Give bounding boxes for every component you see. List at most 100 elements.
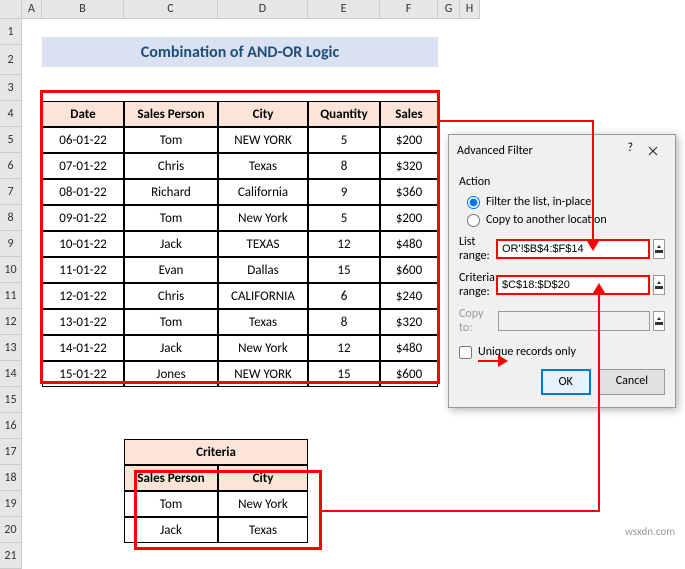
table-cell[interactable]: 15	[308, 361, 380, 387]
row-header[interactable]: 6	[0, 153, 22, 179]
col-A[interactable]: A	[22, 0, 42, 18]
table-cell[interactable]: $320	[380, 309, 438, 335]
col-B[interactable]: B	[42, 0, 124, 18]
table-cell[interactable]: Texas	[218, 153, 308, 179]
col-D[interactable]: D	[218, 0, 308, 18]
criteria-range-input[interactable]	[496, 275, 650, 295]
table-cell[interactable]: $200	[380, 127, 438, 153]
row-header[interactable]: 1	[0, 19, 22, 45]
table-cell[interactable]: 6	[308, 283, 380, 309]
row-header[interactable]: 10	[0, 257, 22, 283]
table-cell[interactable]: 06-01-22	[42, 127, 124, 153]
table-cell[interactable]: 12-01-22	[42, 283, 124, 309]
table-cell[interactable]: 13-01-22	[42, 309, 124, 335]
table-cell[interactable]: 8	[308, 309, 380, 335]
table-header[interactable]: City	[218, 101, 308, 127]
col-H[interactable]: H	[460, 0, 480, 18]
row-header[interactable]: 3	[0, 75, 22, 101]
table-cell[interactable]: Tom	[124, 127, 218, 153]
table-cell[interactable]: CALIFORNIA	[218, 283, 308, 309]
row-header[interactable]: 2	[0, 45, 22, 75]
row-header[interactable]: 8	[0, 205, 22, 231]
table-header[interactable]: Quantity	[308, 101, 380, 127]
filter-inplace-radio[interactable]	[467, 196, 480, 209]
col-C[interactable]: C	[124, 0, 218, 18]
table-cell[interactable]: 09-01-22	[42, 205, 124, 231]
row-header[interactable]: 13	[0, 335, 22, 361]
col-G[interactable]: G	[438, 0, 460, 18]
table-cell[interactable]: $200	[380, 205, 438, 231]
table-cell[interactable]: 14-01-22	[42, 335, 124, 361]
row-header[interactable]: 14	[0, 361, 22, 387]
table-cell[interactable]: New York	[218, 205, 308, 231]
row-header[interactable]: 19	[0, 491, 22, 517]
collapse-icon[interactable]	[653, 275, 665, 295]
collapse-icon[interactable]	[653, 311, 665, 331]
table-cell[interactable]: 15	[308, 257, 380, 283]
table-cell[interactable]: 5	[308, 205, 380, 231]
row-header[interactable]: 17	[0, 439, 22, 465]
table-cell[interactable]: $480	[380, 335, 438, 361]
table-cell[interactable]: $480	[380, 231, 438, 257]
table-cell[interactable]: 12	[308, 231, 380, 257]
table-cell[interactable]: $240	[380, 283, 438, 309]
table-cell[interactable]: Richard	[124, 179, 218, 205]
row-header[interactable]: 5	[0, 127, 22, 153]
table-cell[interactable]: Jack	[124, 231, 218, 257]
table-cell[interactable]: TEXAS	[218, 231, 308, 257]
table-header[interactable]: Date	[42, 101, 124, 127]
row-header[interactable]: 16	[0, 413, 22, 439]
table-cell[interactable]: 07-01-22	[42, 153, 124, 179]
table-cell[interactable]: Tom	[124, 309, 218, 335]
table-header[interactable]: Sales	[380, 101, 438, 127]
cancel-button[interactable]: Cancel	[599, 369, 665, 395]
criteria-cell[interactable]: Texas	[218, 517, 308, 543]
row-header[interactable]: 18	[0, 465, 22, 491]
row-header[interactable]: 9	[0, 231, 22, 257]
table-cell[interactable]: 08-01-22	[42, 179, 124, 205]
col-F[interactable]: F	[380, 0, 438, 18]
copy-location-radio[interactable]	[467, 214, 480, 227]
table-cell[interactable]: Dallas	[218, 257, 308, 283]
table-cell[interactable]: Jones	[124, 361, 218, 387]
table-cell[interactable]: 5	[308, 127, 380, 153]
table-cell[interactable]: NEW YORK	[218, 127, 308, 153]
table-cell[interactable]: 9	[308, 179, 380, 205]
table-header[interactable]: Sales Person	[124, 101, 218, 127]
table-cell[interactable]: 15-01-22	[42, 361, 124, 387]
table-cell[interactable]: 12	[308, 335, 380, 361]
table-cell[interactable]: 8	[308, 153, 380, 179]
criteria-header[interactable]: City	[218, 465, 308, 491]
help-icon[interactable]: ?	[627, 141, 633, 161]
ok-button[interactable]: OK	[541, 369, 591, 395]
col-E[interactable]: E	[308, 0, 380, 18]
table-cell[interactable]: 11-01-22	[42, 257, 124, 283]
table-cell[interactable]: Jack	[124, 335, 218, 361]
criteria-cell[interactable]: Tom	[124, 491, 218, 517]
table-cell[interactable]: Chris	[124, 283, 218, 309]
row-header[interactable]: 4	[0, 101, 22, 127]
row-header[interactable]: 7	[0, 179, 22, 205]
row-header[interactable]: 11	[0, 283, 22, 309]
table-cell[interactable]: $600	[380, 361, 438, 387]
table-cell[interactable]: Chris	[124, 153, 218, 179]
criteria-title[interactable]: Criteria	[124, 439, 308, 465]
row-header[interactable]: 21	[0, 543, 22, 569]
table-cell[interactable]: NEW YORK	[218, 361, 308, 387]
table-cell[interactable]: Texas	[218, 309, 308, 335]
criteria-cell[interactable]: New York	[218, 491, 308, 517]
list-range-input[interactable]	[496, 239, 650, 259]
close-icon[interactable]	[639, 141, 667, 161]
table-cell[interactable]: $600	[380, 257, 438, 283]
unique-records-checkbox[interactable]	[459, 346, 472, 359]
collapse-icon[interactable]	[653, 239, 665, 259]
table-cell[interactable]: 10-01-22	[42, 231, 124, 257]
row-header[interactable]: 20	[0, 517, 22, 543]
table-cell[interactable]: California	[218, 179, 308, 205]
row-header[interactable]: 15	[0, 387, 22, 413]
table-cell[interactable]: New York	[218, 335, 308, 361]
row-header[interactable]: 12	[0, 309, 22, 335]
table-cell[interactable]: Evan	[124, 257, 218, 283]
table-cell[interactable]: $320	[380, 153, 438, 179]
criteria-cell[interactable]: Jack	[124, 517, 218, 543]
